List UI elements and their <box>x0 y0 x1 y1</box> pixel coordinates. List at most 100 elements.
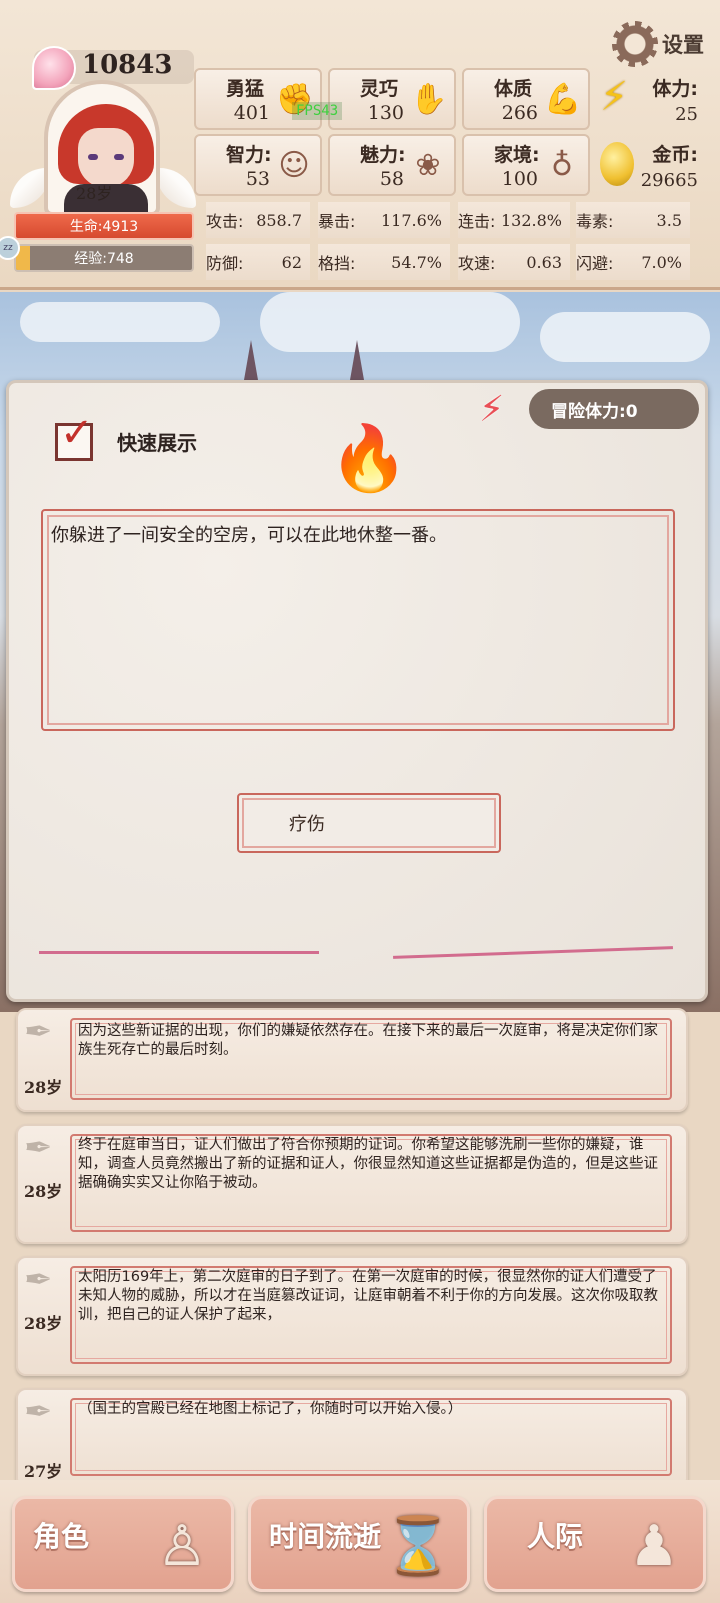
gold-stat: 金币: 29665 <box>596 134 716 196</box>
gold-coin-icon <box>600 142 634 186</box>
heal-button[interactable]: 疗伤 <box>237 793 501 853</box>
hp-bar: 生命:4913 <box>14 212 194 240</box>
nav-label: 角色 <box>33 1520 90 1553</box>
attr-name: 灵巧 <box>360 78 399 100</box>
combat-label: 格挡: <box>318 254 356 273</box>
combat-block: 格挡: 54.7% <box>318 244 450 280</box>
nav-time-button[interactable]: 时间流逝 ⌛ <box>248 1496 470 1592</box>
log-age: 28岁 <box>24 1314 63 1333</box>
portrait-eye <box>88 154 98 160</box>
log-entry: ✒ 太阳历169年上，第二次庭审的日子到了。在第一次庭审的时候，很显然你的证人们… <box>16 1256 688 1376</box>
combat-value: 858.7 <box>256 210 302 230</box>
log-text: 因为这些新证据的出现，你们的嫌疑依然存在。在接下来的最后一次庭审，将是决定你们家… <box>78 1023 658 1058</box>
story-text: 你躲进了一间安全的空房，可以在此地休整一番。 <box>51 525 447 546</box>
combat-value: 117.6% <box>380 210 442 230</box>
nav-social-button[interactable]: 人际 ♟ <box>484 1496 706 1592</box>
bottom-nav: 角色 ♙ 时间流逝 ⌛ 人际 ♟ <box>0 1480 720 1603</box>
combat-dodge: 闪避: 7.0% <box>576 244 690 280</box>
attr-courage[interactable]: 勇猛 401 ✊ <box>194 68 322 130</box>
nav-label: 时间流逝 <box>269 1520 382 1553</box>
campfire-icon: 🔥 <box>329 422 409 496</box>
portrait-face <box>78 128 134 188</box>
log-entry: ✒ （国王的宫殿已经在地图上标记了，你随时可以开始入侵。） 27岁 <box>16 1388 688 1488</box>
flower-icon: ❀ <box>415 148 441 183</box>
soul-points: 10843 <box>82 50 173 80</box>
attr-constitution[interactable]: 体质 266 💪 <box>462 68 590 130</box>
attr-agility[interactable]: 灵巧 130 ✋ <box>328 68 456 130</box>
attr-value: 130 <box>367 102 404 124</box>
attr-name: 魅力: <box>360 144 406 166</box>
feather-icon: ✒ <box>24 1260 53 1300</box>
cloud <box>260 292 520 352</box>
combat-label: 攻击: <box>206 212 244 231</box>
stamina-value: 25 <box>675 104 698 125</box>
log-age: 28岁 <box>24 1182 63 1201</box>
fps-counter: FPS43 <box>292 102 343 120</box>
hand-icon: ✋ <box>410 82 448 117</box>
settings-button[interactable]: 设置 <box>612 14 716 74</box>
combat-crit: 暴击: 117.6% <box>318 202 450 238</box>
log-age: 27岁 <box>24 1462 63 1481</box>
status-header: 设置 10843 28岁 生命:4913 经验:748 zz 勇猛 401 ✊ … <box>0 0 720 290</box>
exp-bar: 经验:748 <box>14 244 194 272</box>
portrait-eye <box>114 154 124 160</box>
cloud <box>20 302 220 342</box>
stamina-label: 体力: <box>652 78 698 100</box>
attr-name: 勇猛 <box>226 78 265 100</box>
lightning-icon: ⚡ <box>600 74 629 120</box>
log-entry: ✒ 因为这些新证据的出现，你们的嫌疑依然存在。在接下来的最后一次庭审，将是决定你… <box>16 1008 688 1112</box>
checkmark-icon: ✓ <box>60 410 94 456</box>
ribbon-divider <box>39 951 319 954</box>
attr-value: 53 <box>245 168 270 190</box>
attr-charm[interactable]: 魅力: 58 ❀ <box>328 134 456 196</box>
combat-attack: 攻击: 858.7 <box>206 202 310 238</box>
combat-label: 连击: <box>458 212 496 231</box>
ribbon-divider <box>393 946 673 959</box>
combat-label: 毒素: <box>576 212 614 231</box>
people-icon: ♟ <box>628 1514 680 1579</box>
settings-label: 设置 <box>662 33 704 57</box>
character-age: 28岁 <box>76 184 113 203</box>
combat-poison: 毒素: 3.5 <box>576 202 690 238</box>
cloud <box>540 312 710 362</box>
brain-head-icon: ☺ <box>278 148 310 183</box>
combat-value: 62 <box>281 252 302 272</box>
muscle-arm-icon: 💪 <box>544 82 582 117</box>
combat-label: 闪避: <box>576 254 614 273</box>
gold-label: 金币: <box>652 144 698 166</box>
combat-label: 暴击: <box>318 212 356 231</box>
lightning-icon: ⚡ <box>479 389 505 430</box>
nav-label: 人际 <box>527 1520 584 1553</box>
hp-text: 生命:4913 <box>69 219 139 235</box>
log-text: 终于在庭审当日，证人们做出了符合你预期的证词。你希望这能够洗刷一些你的嫌疑，谁知… <box>78 1137 658 1191</box>
exp-text: 经验:748 <box>74 251 134 267</box>
combat-speed: 攻速: 0.63 <box>458 244 570 280</box>
feather-icon: ✒ <box>24 1012 53 1052</box>
money-hand-icon: ♁ <box>551 148 573 183</box>
character-bust-icon: ♙ <box>156 1514 208 1579</box>
attr-name: 智力: <box>226 144 272 166</box>
attr-name: 家境: <box>494 144 540 166</box>
nav-character-button[interactable]: 角色 ♙ <box>12 1496 234 1592</box>
attr-value: 100 <box>501 168 538 190</box>
combat-value: 3.5 <box>656 210 682 230</box>
attr-intelligence[interactable]: 智力: 53 ☺ <box>194 134 322 196</box>
log-age: 28岁 <box>24 1078 63 1097</box>
combat-value: 7.0% <box>641 252 682 272</box>
combat-value: 0.63 <box>526 252 562 272</box>
combat-label: 攻速: <box>458 254 496 273</box>
feather-icon: ✒ <box>24 1392 53 1432</box>
feather-icon: ✒ <box>24 1128 53 1168</box>
quick-show-checkbox[interactable]: ✓ <box>55 410 94 461</box>
combat-defense: 防御: 62 <box>206 244 310 280</box>
adventure-stamina: 冒险体力:0 <box>529 389 699 429</box>
attr-family[interactable]: 家境: 100 ♁ <box>462 134 590 196</box>
log-entry: ✒ 终于在庭审当日，证人们做出了符合你预期的证词。你希望这能够洗刷一些你的嫌疑，… <box>16 1124 688 1244</box>
soul-icon <box>32 46 76 90</box>
combat-label: 防御: <box>206 254 244 273</box>
combat-value: 132.8% <box>500 210 562 230</box>
attr-name: 体质 <box>494 78 533 100</box>
gear-icon <box>612 21 658 67</box>
combat-value: 54.7% <box>391 252 442 272</box>
wing-right-icon <box>156 168 196 208</box>
